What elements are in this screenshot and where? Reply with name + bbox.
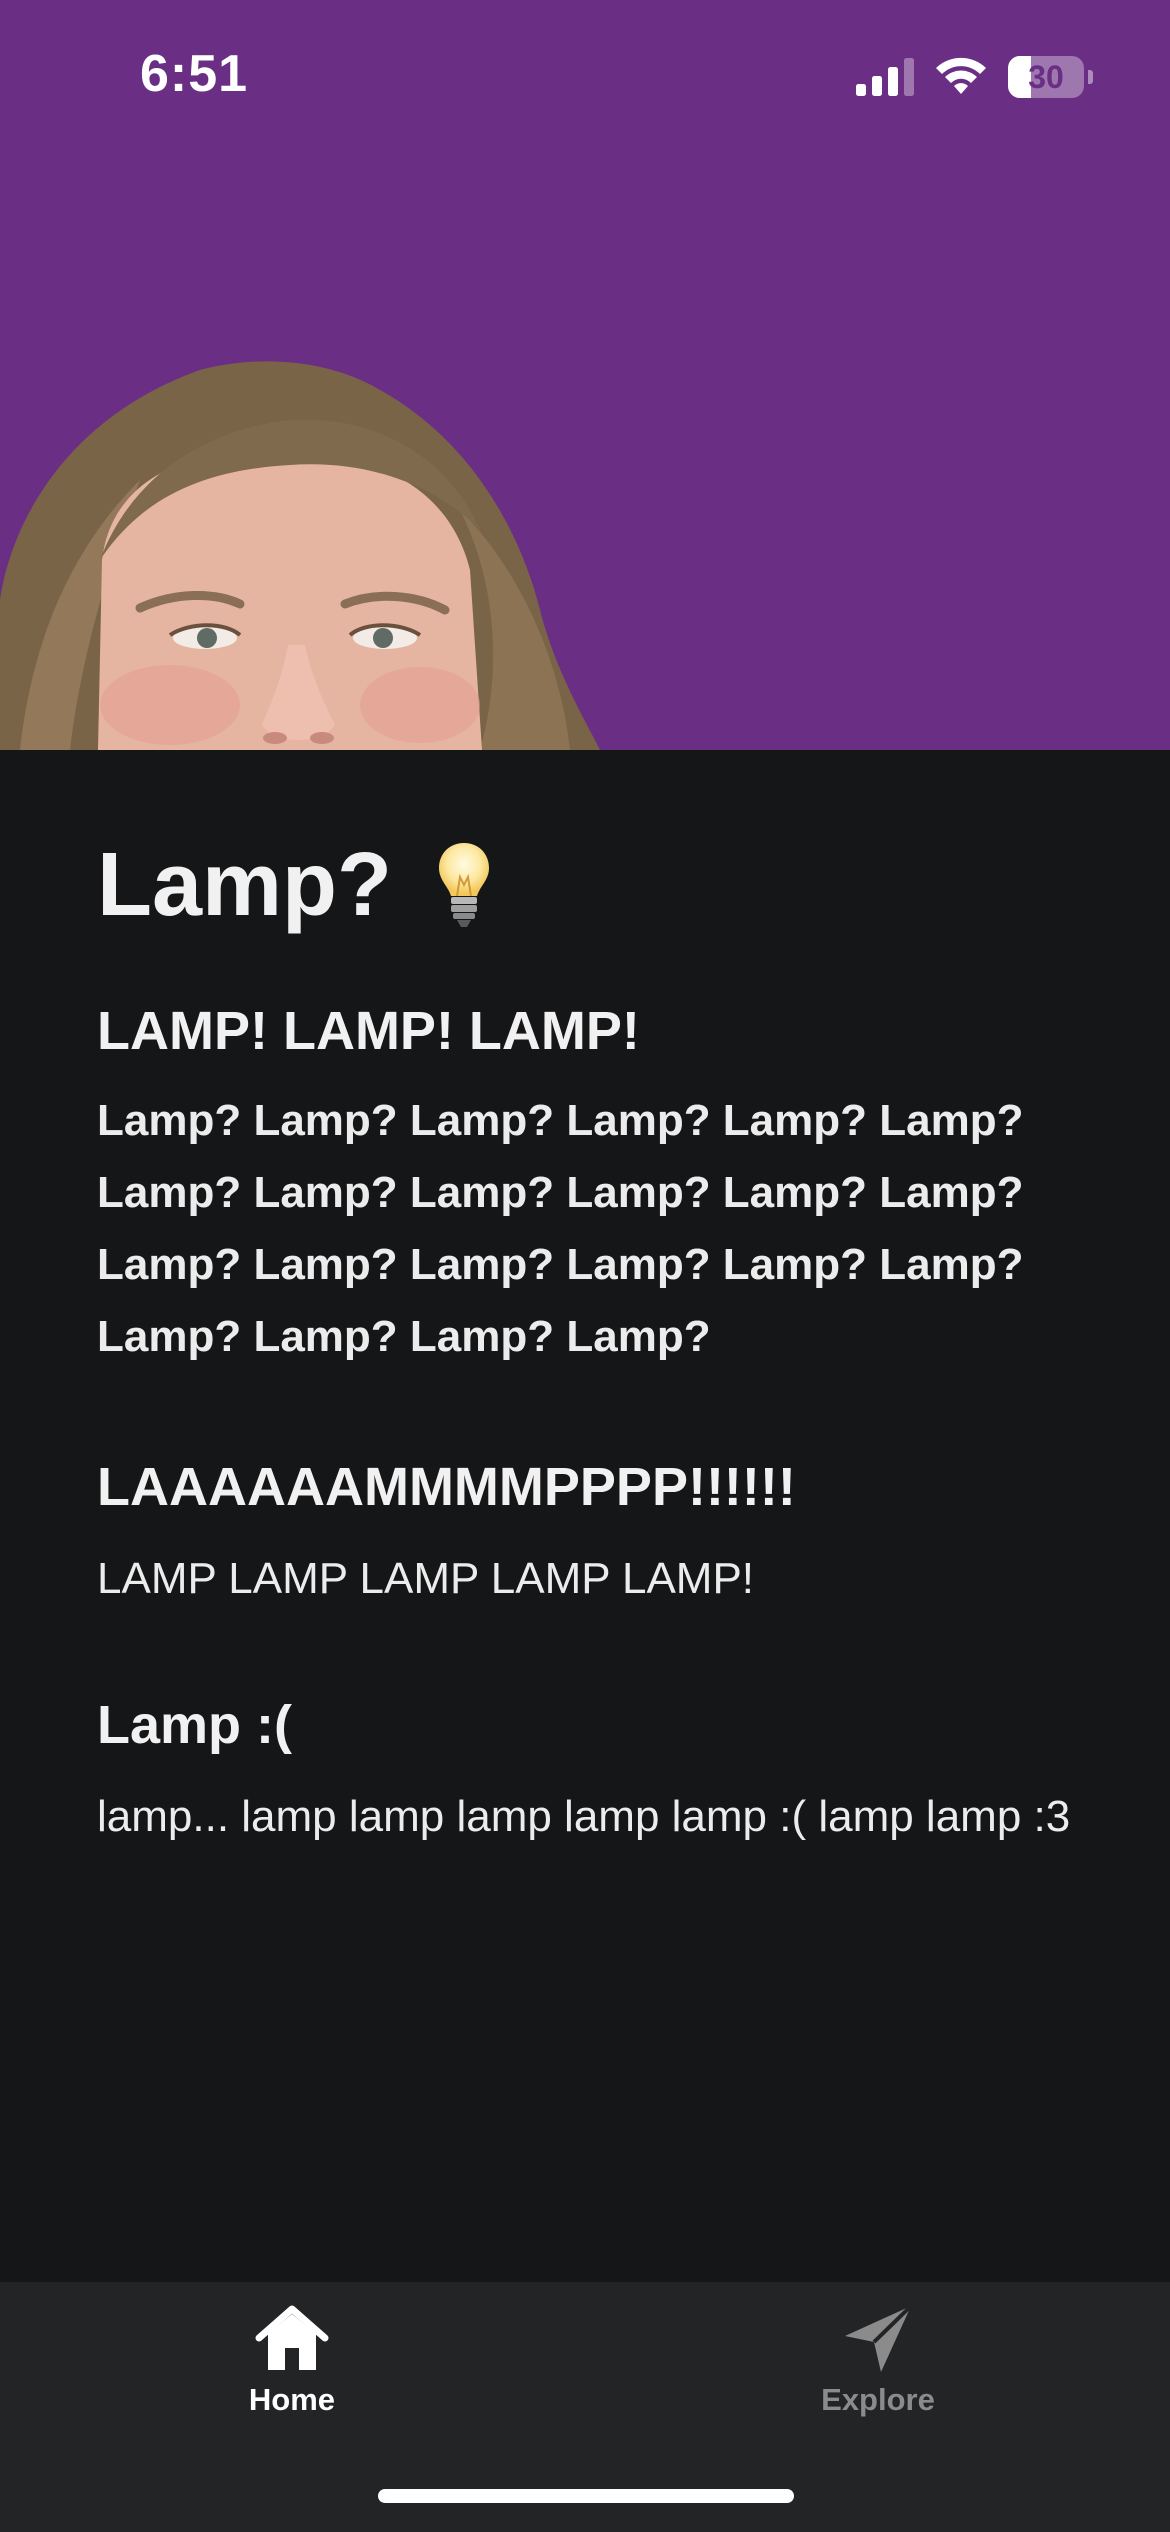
section-heading-2: LAAAAAAMMMMPPPP!!!!!! (97, 1457, 796, 1517)
tab-home[interactable]: Home (142, 2304, 442, 2434)
wifi-icon (936, 57, 986, 94)
status-time: 6:51 (140, 45, 249, 103)
cellular-signal-icon (856, 58, 914, 96)
main-content: Lamp? LAMP! LAMP! LAMP! Lamp? Lamp? Lamp… (97, 825, 1087, 1853)
status-bar: 6:51 30 (0, 0, 1170, 150)
tab-explore-label: Explore (821, 2382, 935, 2417)
battery-icon: 30 (1008, 56, 1093, 98)
battery-cap (1088, 70, 1093, 84)
section-body-1: Lamp? Lamp? Lamp? Lamp? Lamp? Lamp? Lamp… (97, 1096, 1024, 1361)
battery-percent: 30 (1028, 59, 1064, 95)
section-body-3: lamp... lamp lamp lamp lamp lamp :( lamp… (97, 1792, 1071, 1841)
profile-portrait-image (0, 361, 600, 750)
tab-explore[interactable]: Explore (728, 2304, 1028, 2434)
page-title-row: Lamp? (97, 825, 1087, 945)
light-bulb-icon (439, 843, 490, 927)
page-title: Lamp? (97, 835, 393, 935)
battery-body: 30 (1008, 56, 1084, 98)
header-banner: 6:51 30 (0, 0, 1170, 750)
section-heading-1: LAMP! LAMP! LAMP! (97, 1001, 640, 1061)
app-screen: 6:51 30 Lamp? LAMP! LAMP! LAMP! Lamp? La… (0, 0, 1170, 2532)
paper-plane-icon (845, 2304, 913, 2372)
section-body-2: LAMP LAMP LAMP LAMP LAMP! (97, 1554, 755, 1603)
tab-home-label: Home (248, 2382, 336, 2417)
section-heading-3: Lamp :( (97, 1695, 292, 1755)
home-icon (255, 2305, 329, 2370)
home-indicator-bar[interactable] (378, 2489, 794, 2503)
